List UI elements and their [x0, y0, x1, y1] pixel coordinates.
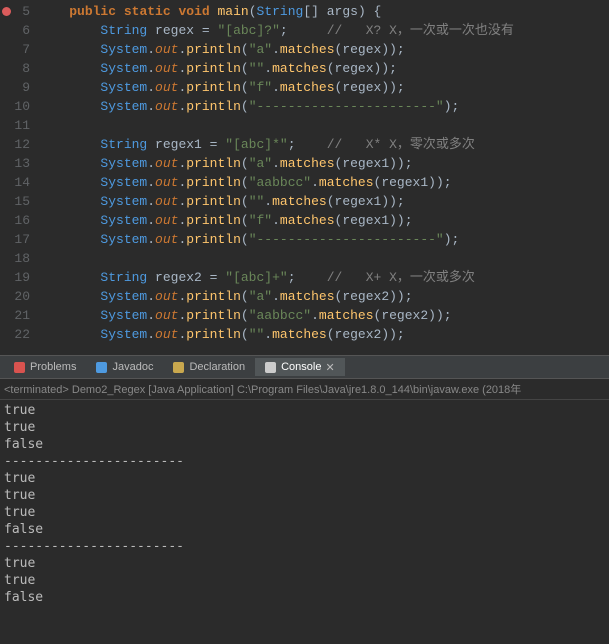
problems-icon	[12, 360, 26, 374]
code-line[interactable]: 19 String regex2 = "[abc]+"; // X+ X，一次或…	[0, 268, 609, 287]
code-content[interactable]: String regex1 = "[abc]*"; // X* X，零次或多次	[38, 135, 609, 154]
console-output[interactable]: truetruefalse-----------------------true…	[0, 400, 609, 608]
tab-label: Problems	[30, 361, 76, 373]
code-content[interactable]: System.out.println("a".matches(regex2));	[38, 287, 609, 306]
tab-console[interactable]: Console ✕	[255, 358, 345, 376]
code-content[interactable]: System.out.println("--------------------…	[38, 97, 609, 116]
code-line[interactable]: 5 public static void main(String[] args)…	[0, 2, 609, 21]
code-line[interactable]: 15 System.out.println("".matches(regex1)…	[0, 192, 609, 211]
code-line[interactable]: 8 System.out.println("".matches(regex));	[0, 59, 609, 78]
console-line: true	[4, 419, 605, 436]
tab-label: Console	[281, 361, 321, 373]
code-line[interactable]: 17 System.out.println("-----------------…	[0, 230, 609, 249]
code-content[interactable]: System.out.println("a".matches(regex1));	[38, 154, 609, 173]
line-number[interactable]: 15	[0, 192, 38, 211]
line-number[interactable]: 5	[0, 2, 38, 21]
code-line[interactable]: 20 System.out.println("a".matches(regex2…	[0, 287, 609, 306]
line-number[interactable]: 19	[0, 268, 38, 287]
line-number[interactable]: 17	[0, 230, 38, 249]
close-icon[interactable]: ✕	[325, 361, 337, 373]
line-number[interactable]: 6	[0, 21, 38, 40]
code-line[interactable]: 21 System.out.println("aabbcc".matches(r…	[0, 306, 609, 325]
console-line: true	[4, 572, 605, 589]
line-number[interactable]: 9	[0, 78, 38, 97]
tab-problems[interactable]: Problems	[4, 358, 84, 376]
line-number[interactable]: 12	[0, 135, 38, 154]
code-line[interactable]: 6 String regex = "[abc]?"; // X? X，一次或一次…	[0, 21, 609, 40]
code-content[interactable]	[38, 116, 609, 135]
code-line[interactable]: 11	[0, 116, 609, 135]
line-number[interactable]: 7	[0, 40, 38, 59]
code-content[interactable]	[38, 249, 609, 268]
console-header: <terminated> Demo2_Regex [Java Applicati…	[0, 379, 609, 400]
code-content[interactable]: System.out.println("".matches(regex));	[38, 59, 609, 78]
tab-label: Javadoc	[112, 361, 153, 373]
code-content[interactable]: public static void main(String[] args) {	[38, 2, 609, 21]
code-content[interactable]: System.out.println("aabbcc".matches(rege…	[38, 306, 609, 325]
code-content[interactable]: System.out.println("a".matches(regex));	[38, 40, 609, 59]
line-number[interactable]: 16	[0, 211, 38, 230]
console-line: true	[4, 402, 605, 419]
code-line[interactable]: 7 System.out.println("a".matches(regex))…	[0, 40, 609, 59]
console-line: false	[4, 521, 605, 538]
javadoc-icon	[94, 360, 108, 374]
code-content[interactable]: System.out.println("f".matches(regex1));	[38, 211, 609, 230]
code-content[interactable]: String regex2 = "[abc]+"; // X+ X，一次或多次	[38, 268, 609, 287]
code-editor[interactable]: 5 public static void main(String[] args)…	[0, 0, 609, 355]
console-line: true	[4, 504, 605, 521]
line-number[interactable]: 18	[0, 249, 38, 268]
code-line[interactable]: 16 System.out.println("f".matches(regex1…	[0, 211, 609, 230]
code-line[interactable]: 18	[0, 249, 609, 268]
console-line: false	[4, 436, 605, 453]
code-content[interactable]: System.out.println("aabbcc".matches(rege…	[38, 173, 609, 192]
line-number[interactable]: 8	[0, 59, 38, 78]
line-number[interactable]: 22	[0, 325, 38, 344]
code-content[interactable]: System.out.println("--------------------…	[38, 230, 609, 249]
code-content[interactable]: System.out.println("f".matches(regex));	[38, 78, 609, 97]
console-line: false	[4, 589, 605, 606]
code-line[interactable]: 12 String regex1 = "[abc]*"; // X* X，零次或…	[0, 135, 609, 154]
line-number[interactable]: 10	[0, 97, 38, 116]
code-line[interactable]: 14 System.out.println("aabbcc".matches(r…	[0, 173, 609, 192]
line-number[interactable]: 14	[0, 173, 38, 192]
tab-label: Declaration	[189, 361, 245, 373]
line-number[interactable]: 11	[0, 116, 38, 135]
line-number[interactable]: 13	[0, 154, 38, 173]
tab-declaration[interactable]: Declaration	[163, 358, 253, 376]
console-icon	[263, 360, 277, 374]
view-tabs: Problems Javadoc Declaration Console ✕	[0, 355, 609, 379]
code-content[interactable]: System.out.println("".matches(regex2));	[38, 325, 609, 344]
code-content[interactable]: System.out.println("".matches(regex1));	[38, 192, 609, 211]
code-line[interactable]: 13 System.out.println("a".matches(regex1…	[0, 154, 609, 173]
console-line: true	[4, 470, 605, 487]
declaration-icon	[171, 360, 185, 374]
console-line: -----------------------	[4, 453, 605, 470]
code-content[interactable]: String regex = "[abc]?"; // X? X，一次或一次也没…	[38, 21, 609, 40]
code-line[interactable]: 22 System.out.println("".matches(regex2)…	[0, 325, 609, 344]
code-line[interactable]: 10 System.out.println("-----------------…	[0, 97, 609, 116]
tab-javadoc[interactable]: Javadoc	[86, 358, 161, 376]
line-number[interactable]: 21	[0, 306, 38, 325]
breakpoint-icon[interactable]	[2, 7, 11, 16]
code-line[interactable]: 9 System.out.println("f".matches(regex))…	[0, 78, 609, 97]
line-number[interactable]: 20	[0, 287, 38, 306]
console-line: -----------------------	[4, 538, 605, 555]
console-line: true	[4, 555, 605, 572]
console-line: true	[4, 487, 605, 504]
